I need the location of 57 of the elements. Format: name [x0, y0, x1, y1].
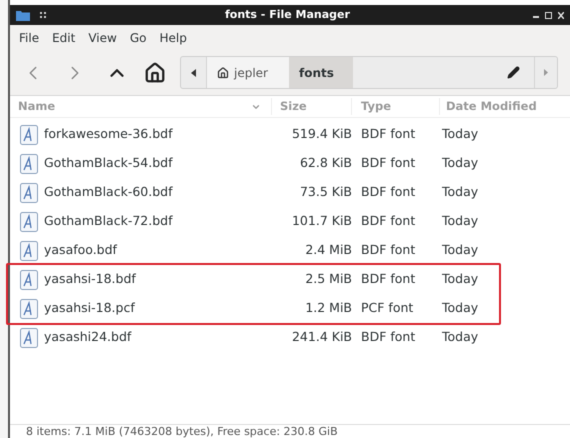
file-name[interactable]: yasahsi-18.bdf: [44, 270, 136, 289]
font-file-icon: [20, 270, 38, 290]
file-type: BDF font: [361, 271, 416, 286]
file-name[interactable]: GothamBlack-60.bdf: [44, 183, 172, 202]
file-name[interactable]: yasahsi-18.pcf: [44, 299, 135, 318]
file-size: 2.5 MiB: [305, 271, 352, 286]
window-title: fonts - File Manager: [225, 6, 350, 23]
font-file-icon: [20, 154, 38, 174]
file-date: Today: [442, 126, 478, 142]
menu-item[interactable]: File: [19, 28, 40, 46]
file-size: 101.7 KiB: [292, 213, 352, 228]
font-file-icon: [20, 240, 38, 260]
file-type: BDF font: [361, 184, 416, 200]
font-file-icon: [20, 298, 38, 318]
file-size: 2.4 MiB: [305, 242, 352, 258]
file-type: BDF font: [361, 155, 416, 170]
file-date: Today: [442, 242, 478, 258]
font-file-icon: [20, 328, 38, 348]
file-size: 1.2 MiB: [305, 300, 352, 316]
status-text: 8 items: 7.1 MiB (7463208 bytes), Free space: 230.8 GiB: [26, 425, 338, 438]
home-icon: [217, 66, 229, 78]
menu-item[interactable]: Go: [130, 28, 146, 46]
file-name[interactable]: GothamBlack-72.bdf: [44, 212, 172, 231]
file-date: Today: [442, 184, 478, 200]
file-type: BDF font: [361, 213, 416, 228]
file-type: BDF font: [361, 242, 416, 258]
path-button[interactable]: fonts: [289, 57, 353, 88]
edit-icon[interactable]: [507, 66, 520, 79]
menu-item[interactable]: Help: [159, 28, 187, 46]
scroll-left-icon[interactable]: [191, 68, 196, 76]
path-button[interactable]: jepler: [207, 57, 289, 88]
file-size: 73.5 KiB: [300, 184, 352, 200]
folder-icon: [16, 10, 30, 20]
file-type: BDF font: [361, 126, 416, 142]
file-size: 62.8 KiB: [300, 155, 352, 170]
file-date: Today: [442, 271, 478, 286]
menu-item[interactable]: Edit: [52, 28, 76, 46]
file-size: 519.4 KiB: [292, 126, 352, 142]
file-name[interactable]: yasafoo.bdf: [44, 241, 117, 260]
file-type: BDF font: [361, 329, 416, 344]
home-icon[interactable]: [144, 62, 166, 84]
file-date: Today: [442, 329, 478, 344]
file-size: 241.4 KiB: [292, 329, 352, 344]
file-date: Today: [442, 213, 478, 228]
close-icon[interactable]: [558, 12, 564, 18]
maximize-icon[interactable]: [545, 12, 552, 18]
file-name[interactable]: GothamBlack-54.bdf: [44, 154, 172, 173]
font-file-icon: [20, 212, 38, 232]
file-name[interactable]: yasashi24.bdf: [44, 328, 132, 347]
file-name[interactable]: forkawesome-36.bdf: [44, 125, 172, 144]
font-file-icon: [20, 124, 38, 144]
grip-icon[interactable]: [40, 12, 46, 18]
file-date: Today: [442, 300, 478, 316]
file-date: Today: [442, 155, 478, 170]
font-file-icon: [20, 182, 38, 202]
menu-item[interactable]: View: [88, 28, 117, 46]
file-type: PCF font: [361, 300, 414, 316]
